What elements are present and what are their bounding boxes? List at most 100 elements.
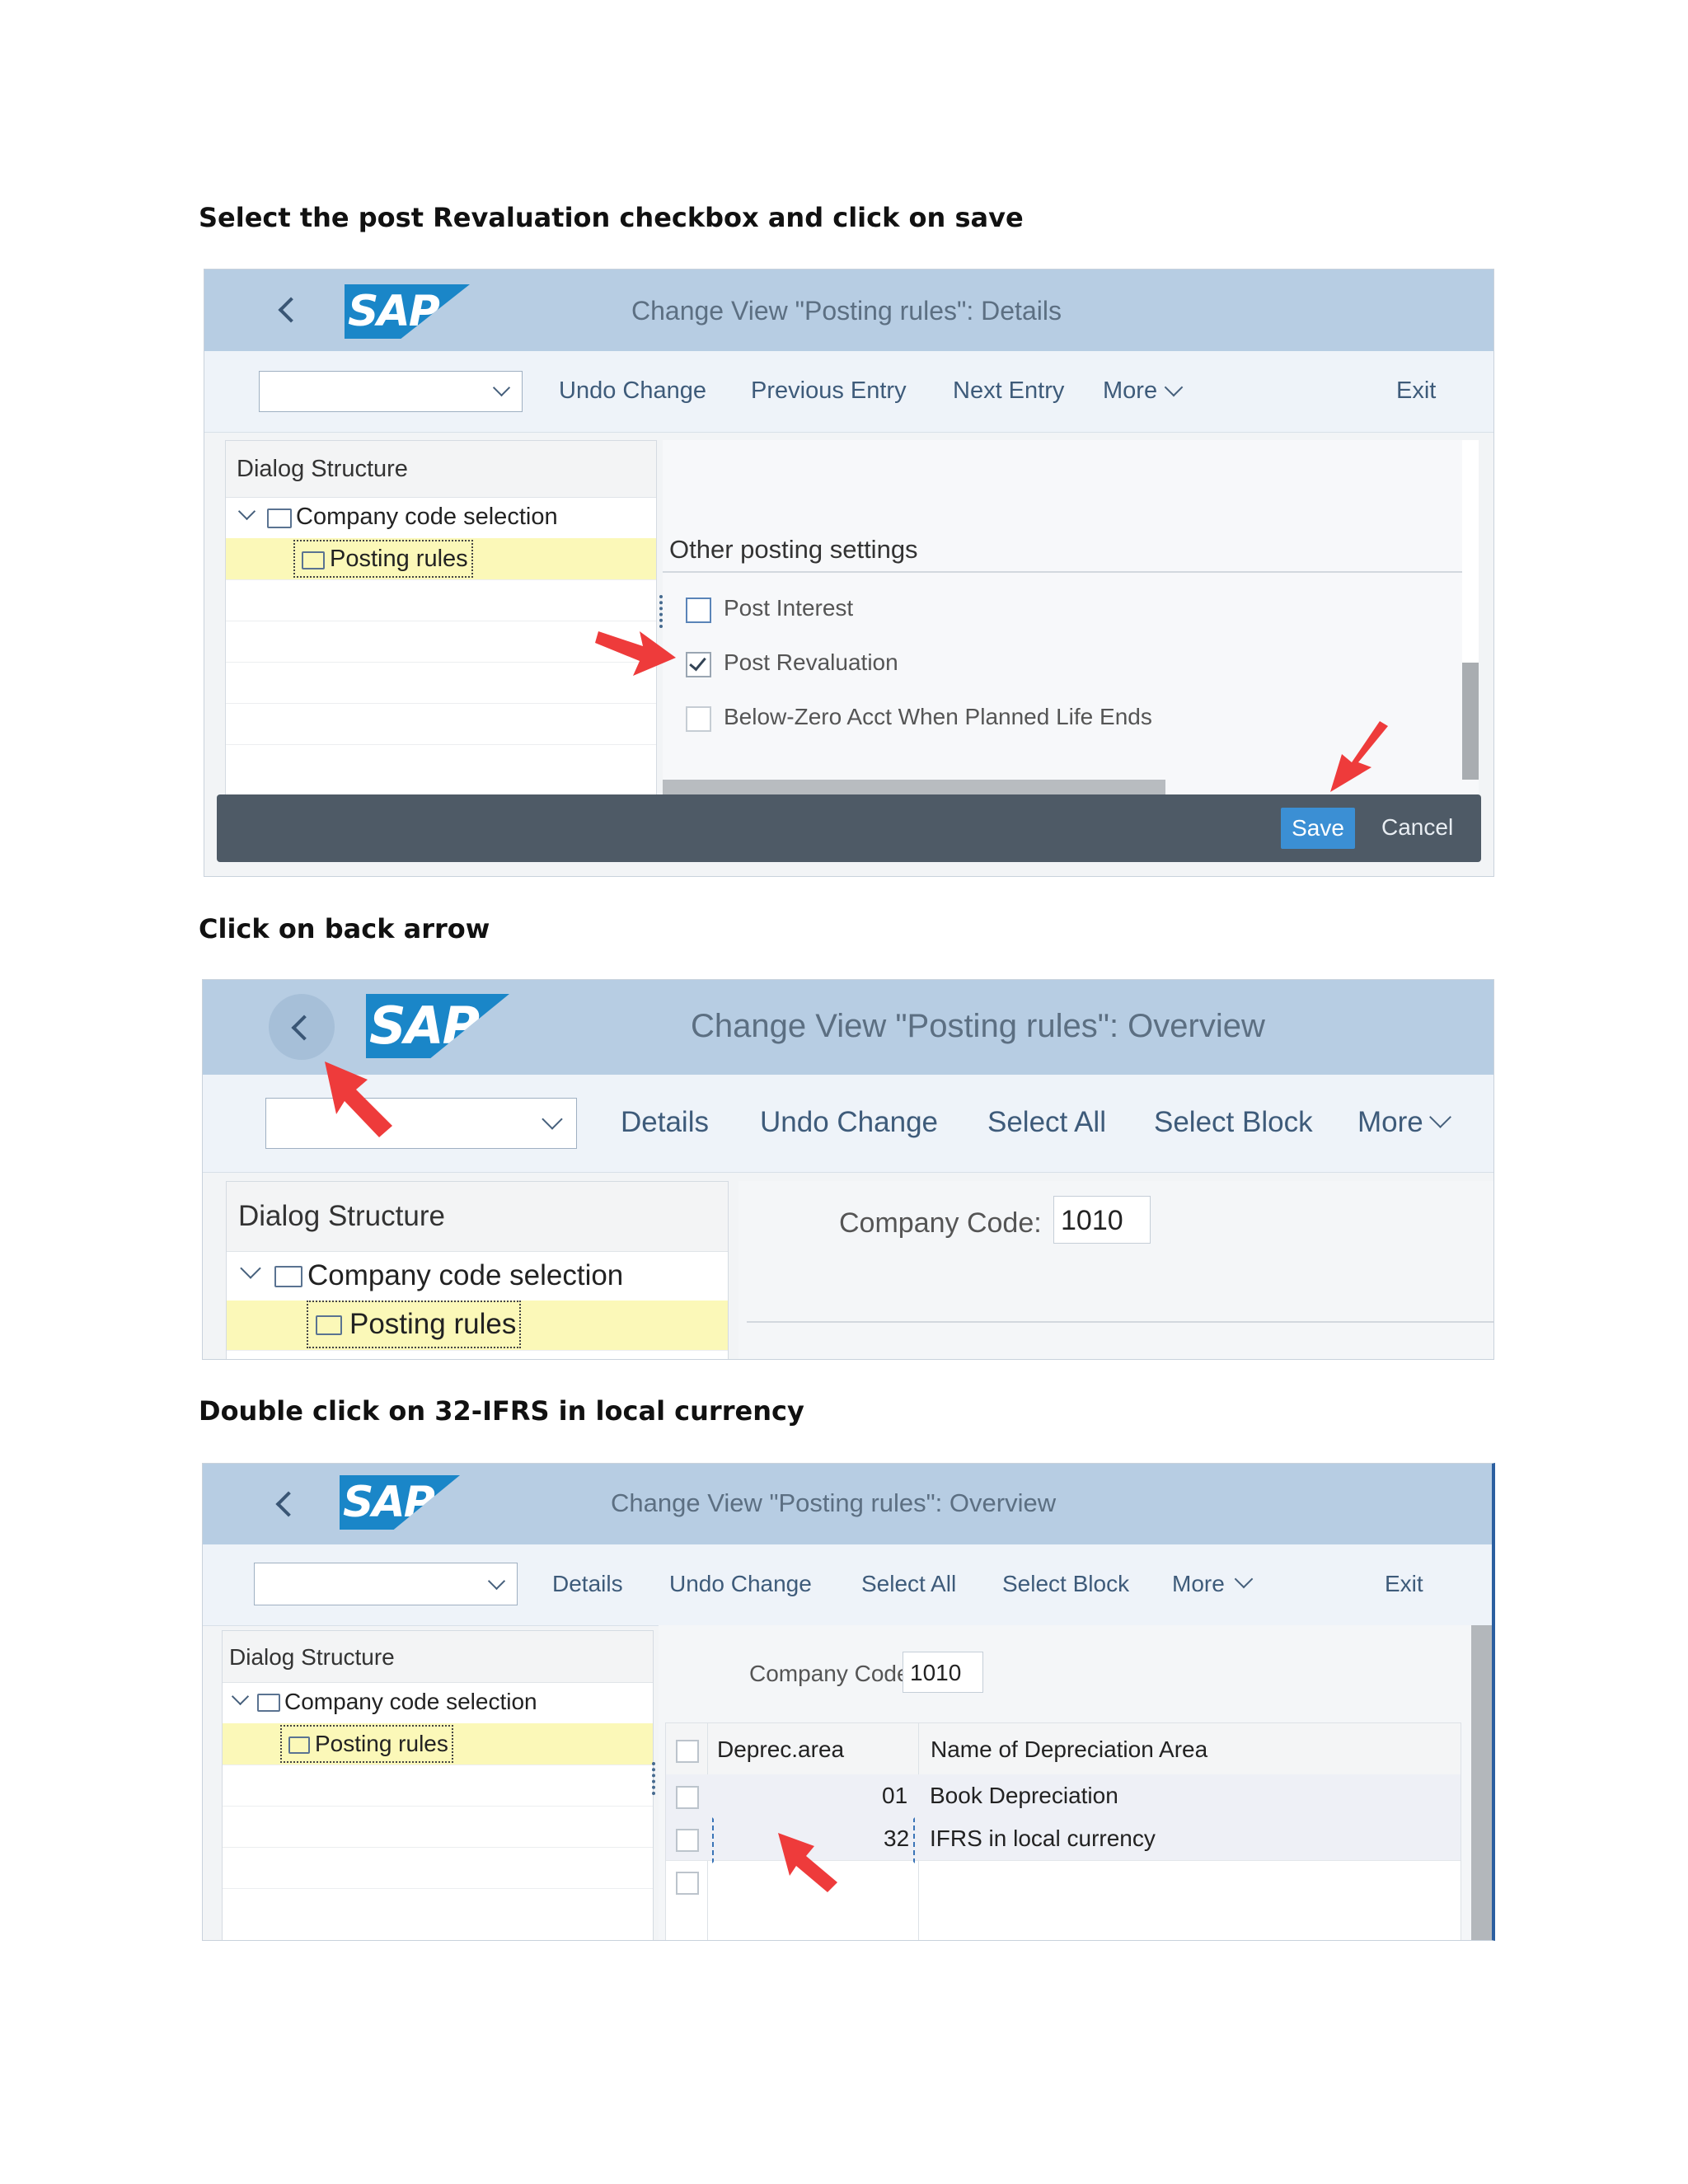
- more-button[interactable]: More: [1172, 1571, 1225, 1597]
- chevron-down-icon: [487, 1572, 506, 1591]
- company-code-label: Company Code:: [839, 1207, 1042, 1239]
- command-field[interactable]: [259, 371, 523, 412]
- cell-deprec-area: 32: [884, 1825, 910, 1851]
- dialog-structure-title: Dialog Structure: [238, 1200, 445, 1232]
- next-entry-button[interactable]: Next Entry: [953, 377, 1064, 405]
- table-header: Deprec.area Name of Depreciation Area: [666, 1723, 1461, 1940]
- tree-empty-row: [223, 1765, 653, 1807]
- dialog-structure-panel: Dialog Structure Company code selection …: [226, 1181, 729, 1359]
- more-chevron-icon: [1234, 1569, 1254, 1589]
- row-select-checkbox[interactable]: [676, 1786, 699, 1809]
- details-button[interactable]: Details: [621, 1106, 709, 1139]
- vertical-scrollbar-thumb[interactable]: [1462, 663, 1479, 780]
- expand-chevron-icon[interactable]: [240, 1258, 261, 1279]
- window-title: Change View "Posting rules": Details: [631, 296, 1062, 326]
- shell-bar: SAP Change View "Posting rules": Overvie…: [203, 980, 1493, 1075]
- dialog-structure-panel: Dialog Structure Company code selection …: [222, 1630, 654, 1940]
- back-button[interactable]: [269, 994, 335, 1060]
- cell-area-name: Book Depreciation: [930, 1783, 1118, 1808]
- tree-empty-row: [226, 621, 656, 663]
- select-all-button[interactable]: Select All: [861, 1571, 956, 1597]
- select-block-button[interactable]: Select Block: [1002, 1571, 1129, 1597]
- undo-change-button[interactable]: Undo Change: [760, 1106, 938, 1139]
- table-top-border: [747, 1321, 1493, 1323]
- exit-button[interactable]: Exit: [1385, 1571, 1423, 1597]
- table-row[interactable]: 01 Book Depreciation: [666, 1774, 1461, 1818]
- folder-icon: [267, 509, 292, 528]
- step2-caption: Click on back arrow: [199, 913, 490, 944]
- folder-icon: [274, 1266, 302, 1287]
- more-button[interactable]: More: [1103, 377, 1157, 405]
- step3-window: SAP Change View "Posting rules": Overvie…: [202, 1463, 1495, 1941]
- tree-row-company[interactable]: Company code selection: [227, 1251, 728, 1301]
- column-header-name[interactable]: Name of Depreciation Area: [931, 1736, 1207, 1763]
- vertical-scroll-track[interactable]: [1462, 440, 1479, 780]
- below-zero-checkbox[interactable]: [686, 706, 711, 732]
- command-field[interactable]: [254, 1563, 518, 1605]
- select-block-button[interactable]: Select Block: [1154, 1106, 1313, 1139]
- folder-icon: [257, 1694, 280, 1712]
- tree-empty-row: [226, 579, 656, 621]
- toolbar: Undo Change Previous Entry Next Entry Mo…: [204, 351, 1493, 433]
- select-all-button[interactable]: Select All: [987, 1106, 1106, 1139]
- tree-label-company: Company code selection: [284, 1689, 537, 1714]
- folder-open-icon: [288, 1736, 310, 1754]
- window-title: Change View "Posting rules": Overview: [611, 1488, 1057, 1517]
- tree-label-company: Company code selection: [296, 504, 558, 530]
- tree-row-posting-rules[interactable]: Posting rules: [223, 1723, 653, 1765]
- select-all-rows-checkbox[interactable]: [676, 1740, 699, 1763]
- below-zero-label: Below-Zero Acct When Planned Life Ends: [724, 704, 1152, 729]
- pointer-arrow-icon: [325, 1062, 392, 1137]
- row-select-checkbox[interactable]: [676, 1829, 699, 1852]
- vertical-scrollbar[interactable]: [1471, 1625, 1492, 1940]
- toolbar: Details Undo Change Select All Select Bl…: [203, 1075, 1493, 1173]
- tree-row-company[interactable]: Company code selection: [223, 1682, 653, 1724]
- row-select-checkbox[interactable]: [676, 1872, 699, 1895]
- company-code-label: Company Code:: [749, 1661, 917, 1686]
- undo-change-button[interactable]: Undo Change: [559, 377, 706, 405]
- command-field[interactable]: [265, 1098, 577, 1149]
- post-interest-checkbox[interactable]: [686, 598, 711, 623]
- tree-label-company: Company code selection: [307, 1259, 624, 1291]
- tree-row-posting-rules[interactable]: Posting rules: [227, 1301, 728, 1351]
- save-button[interactable]: Save: [1281, 808, 1355, 849]
- expand-chevron-icon[interactable]: [231, 1687, 250, 1706]
- splitter-handle[interactable]: [652, 1762, 659, 1795]
- company-code-field[interactable]: 1010: [903, 1652, 983, 1693]
- column-header-deprec-area[interactable]: Deprec.area: [717, 1736, 844, 1763]
- tree-empty-row: [223, 1806, 653, 1848]
- exit-button[interactable]: Exit: [1396, 377, 1436, 405]
- more-chevron-icon: [1429, 1106, 1451, 1128]
- tree-empty-row: [226, 662, 656, 704]
- shell-bar: SAP Change View "Posting rules": Details: [204, 269, 1493, 351]
- previous-entry-button[interactable]: Previous Entry: [751, 377, 907, 405]
- cell-deprec-area: 01: [882, 1783, 908, 1808]
- cancel-button[interactable]: Cancel: [1381, 814, 1453, 841]
- cell-area-name: IFRS in local currency: [930, 1825, 1156, 1851]
- step2-window: SAP Change View "Posting rules": Overvie…: [202, 979, 1494, 1360]
- tree-row-posting-rules[interactable]: Posting rules: [226, 538, 656, 580]
- more-chevron-icon: [1164, 377, 1184, 397]
- dialog-structure-panel: Dialog Structure Company code selection …: [225, 440, 657, 796]
- section-divider: [663, 571, 1462, 573]
- back-arrow-icon[interactable]: [278, 297, 304, 323]
- back-arrow-icon: [291, 1015, 317, 1041]
- undo-change-button[interactable]: Undo Change: [669, 1571, 812, 1597]
- pointer-arrow-icon: [595, 631, 676, 676]
- expand-chevron-icon[interactable]: [237, 502, 256, 521]
- tree-row-company[interactable]: Company code selection: [226, 497, 656, 539]
- section-title: Other posting settings: [669, 535, 918, 564]
- sap-logo: SAP: [345, 284, 470, 339]
- details-button[interactable]: Details: [552, 1571, 623, 1597]
- post-revaluation-checkbox[interactable]: [686, 652, 711, 677]
- footer-bar: Save Cancel: [217, 794, 1481, 862]
- folder-open-icon: [302, 551, 325, 569]
- step3-caption: Double click on 32-IFRS in local currenc…: [199, 1395, 804, 1427]
- step1-caption: Select the post Revaluation checkbox and…: [199, 202, 1024, 233]
- back-arrow-icon[interactable]: [275, 1491, 302, 1517]
- overview-area: Company Code: 1010: [738, 1181, 1493, 1359]
- company-code-field[interactable]: 1010: [1053, 1196, 1151, 1244]
- more-button[interactable]: More: [1357, 1106, 1423, 1139]
- toolbar: Details Undo Change Select All Select Bl…: [203, 1544, 1492, 1626]
- sap-logo: SAP: [340, 1475, 460, 1530]
